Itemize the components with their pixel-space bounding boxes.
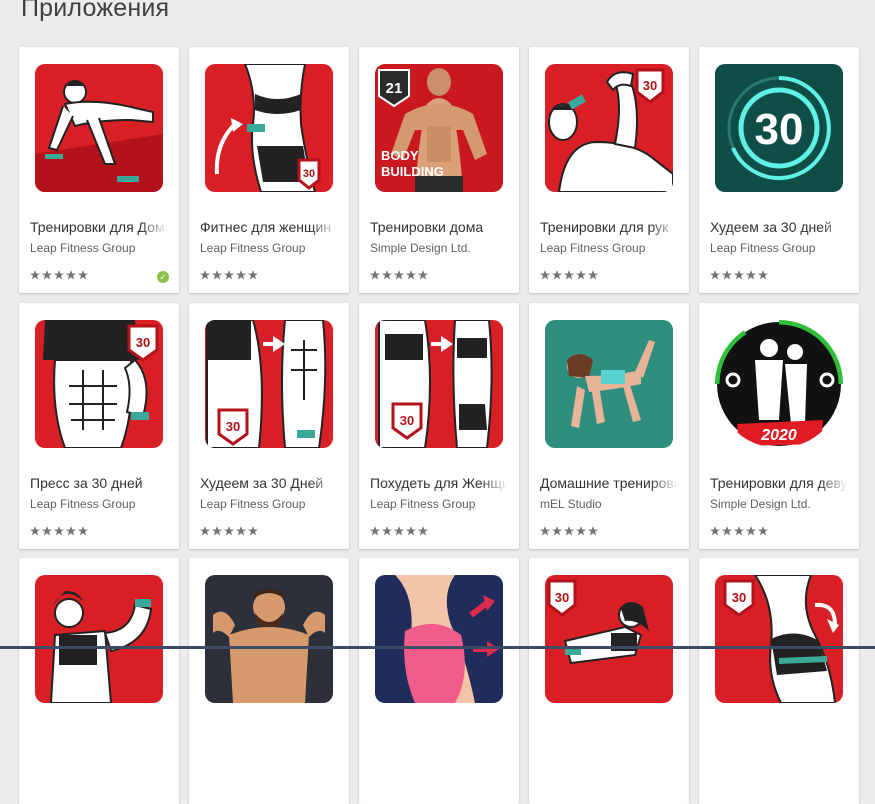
man-before-after-icon[interactable]: 30 — [205, 320, 333, 448]
rating-stars — [200, 526, 258, 536]
year-badge-text: 2020 — [760, 427, 797, 444]
arm-flex-icon[interactable]: 30 — [545, 64, 673, 192]
app-developer[interactable]: Leap Fitness Group — [30, 241, 168, 255]
woman-before-after-icon[interactable]: 30 — [375, 320, 503, 448]
app-card[interactable]: 30 Похудеть для Женщин Leap Fitness Grou… — [359, 303, 519, 549]
couple-2020-icon[interactable]: 2020 — [715, 320, 843, 448]
glutes-pink-icon[interactable] — [375, 575, 503, 703]
app-title[interactable]: Худеем за 30 Дней — [200, 475, 338, 491]
pushup-man-icon[interactable] — [35, 64, 163, 192]
rating-stars — [30, 270, 88, 280]
app-developer[interactable]: Simple Design Ltd. — [710, 497, 848, 511]
woman-waist-icon[interactable]: 30 — [205, 64, 333, 192]
app-developer[interactable]: Leap Fitness Group — [540, 241, 678, 255]
app-developer[interactable]: Simple Design Ltd. — [370, 241, 508, 255]
app-title[interactable]: Тренировки дома — [370, 219, 508, 235]
app-title[interactable]: Тренировки для рук — [540, 219, 678, 235]
rating-stars — [710, 270, 768, 280]
app-card[interactable]: 2020 Тренировки для девушек Simple Desig… — [699, 303, 859, 549]
thirty-days-circle-icon[interactable]: 30 — [715, 64, 843, 192]
app-card[interactable]: 30 Худеем за 30 дней Leap Fitness Group — [699, 47, 859, 293]
woman-kneeling-icon[interactable] — [545, 320, 673, 448]
rating-stars — [30, 526, 88, 536]
thirty-badge-text: 30 — [303, 168, 315, 180]
app-card[interactable]: 30 Тренировки для рук Leap Fitness Group — [529, 47, 689, 293]
thirty-badge-text: 30 — [555, 590, 569, 605]
woman-flex-icon[interactable] — [35, 575, 163, 703]
app-developer[interactable]: Leap Fitness Group — [370, 497, 508, 511]
app-developer[interactable]: Leap Fitness Group — [200, 241, 338, 255]
app-card[interactable]: Домашние тренировки mEL Studio — [529, 303, 689, 549]
thirty-circle-text: 30 — [755, 105, 804, 154]
app-title[interactable]: Домашние тренировки — [540, 475, 678, 491]
app-card[interactable]: 30 Худеем за 30 Дней Leap Fitness Group — [189, 303, 349, 549]
app-card[interactable] — [19, 558, 179, 804]
app-card[interactable]: 30 Фитнес для женщин Leap Fitness Group — [189, 47, 349, 293]
rating-stars — [540, 270, 598, 280]
app-card[interactable]: 21 BODY BUILDING Тренировки дома Simple … — [359, 47, 519, 293]
app-card[interactable]: Тренировки для Дома Leap Fitness Group ✓ — [19, 47, 179, 293]
bodybuilding-text-2: BUILDING — [381, 164, 444, 179]
bodybuilding-21-icon[interactable]: 21 BODY BUILDING — [375, 64, 503, 192]
rating-stars — [540, 526, 598, 536]
section-title: Приложения — [21, 0, 170, 22]
rating-stars — [710, 526, 768, 536]
app-card[interactable] — [359, 558, 519, 804]
rating-stars — [200, 270, 258, 280]
app-card[interactable] — [189, 558, 349, 804]
app-title[interactable]: Похудеть для Женщин — [370, 475, 508, 491]
twentyone-badge-text: 21 — [386, 80, 403, 97]
abs-man-icon[interactable]: 30 — [35, 320, 163, 448]
rating-stars — [370, 526, 428, 536]
bodybuilding-text-1: BODY — [381, 148, 419, 163]
app-developer[interactable]: Leap Fitness Group — [200, 497, 338, 511]
verified-check-icon: ✓ — [157, 271, 169, 283]
app-card[interactable]: 30 — [699, 558, 859, 804]
app-developer[interactable]: mEL Studio — [540, 497, 678, 511]
app-title[interactable]: Тренировки для Дома — [30, 219, 168, 235]
thirty-badge-text: 30 — [643, 78, 657, 93]
app-developer[interactable]: Leap Fitness Group — [30, 497, 168, 511]
thirty-badge-text: 30 — [732, 590, 746, 605]
app-card[interactable]: 30 — [529, 558, 689, 804]
bodybuilder-cartoon-icon[interactable] — [205, 575, 333, 703]
glutes-30-icon[interactable]: 30 — [715, 575, 843, 703]
app-title[interactable]: Тренировки для девушек — [710, 475, 848, 491]
thirty-badge-text: 30 — [226, 419, 240, 434]
woman-stretch-icon[interactable]: 30 — [545, 575, 673, 703]
app-title[interactable]: Пресс за 30 дней — [30, 475, 168, 491]
app-card[interactable]: 30 Пресс за 30 дней Leap Fitness Group — [19, 303, 179, 549]
thirty-badge-text: 30 — [136, 335, 150, 350]
app-title[interactable]: Фитнес для женщин — [200, 219, 338, 235]
app-developer[interactable]: Leap Fitness Group — [710, 241, 848, 255]
thirty-badge-text: 30 — [400, 413, 414, 428]
app-title[interactable]: Худеем за 30 дней — [710, 219, 848, 235]
rating-stars — [370, 270, 428, 280]
